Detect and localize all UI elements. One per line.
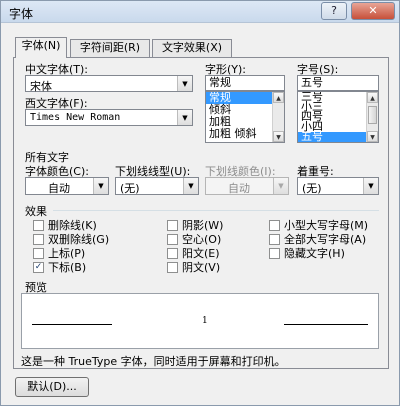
checkbox-box[interactable] <box>33 233 44 245</box>
scroll-up-icon[interactable]: ▲ <box>367 92 378 103</box>
checkbox-box[interactable] <box>269 233 280 245</box>
font-size-input[interactable]: 五号 <box>297 75 379 91</box>
dialog-title: 字体 <box>9 7 34 21</box>
chinese-font-value: 宋体 <box>30 80 52 93</box>
scroll-down-icon[interactable]: ▼ <box>367 131 378 142</box>
help-button[interactable]: ? <box>321 2 347 20</box>
engrave-checkbox[interactable]: 阴文(V) <box>167 259 220 275</box>
western-font-select[interactable]: Times New Roman ▼ <box>25 109 193 126</box>
tab-font[interactable]: 字体(N) <box>15 37 67 58</box>
underline-style-select[interactable]: (无) ▼ <box>115 177 199 195</box>
title-bar: 字体 ? ✕ <box>1 1 399 23</box>
font-style-input[interactable]: 常规 <box>205 75 285 91</box>
chevron-down-icon[interactable]: ▼ <box>183 178 198 194</box>
font-size-list[interactable]: 三号 小三 四号 小四 五号 ▲ ▼ <box>297 91 379 143</box>
section-divider <box>53 210 379 211</box>
default-button[interactable]: 默认(D)... <box>15 377 89 397</box>
hidden-text-checkbox[interactable]: 隐藏文字(H) <box>269 245 345 261</box>
tab-character-spacing[interactable]: 字符间距(R) <box>70 39 150 57</box>
checkbox-label: 阴文(V) <box>182 261 221 274</box>
checkbox-box[interactable] <box>269 219 280 231</box>
checkbox-box[interactable] <box>167 247 178 259</box>
scroll-up-icon[interactable]: ▲ <box>273 92 284 103</box>
close-button[interactable]: ✕ <box>351 2 395 20</box>
checkbox-label: 下标(B) <box>48 261 87 274</box>
checkbox-box[interactable] <box>33 219 44 231</box>
scroll-thumb[interactable] <box>368 106 377 124</box>
font-dialog: 字体 ? ✕ 字体(N) 字符间距(R) 文字效果(X) 中文字体(T): 宋体… <box>0 0 400 406</box>
chevron-down-icon[interactable]: ▼ <box>363 178 378 194</box>
font-style-list[interactable]: 常规 倾斜 加粗 加粗 倾斜 ▲ ▼ <box>205 91 285 143</box>
scrollbar[interactable]: ▲ ▼ <box>366 92 378 142</box>
font-color-select[interactable]: 自动 ▼ <box>25 177 109 195</box>
preview-box: 1 <box>21 293 379 349</box>
checkbox-label: 隐藏文字(H) <box>284 247 345 260</box>
checkbox-box[interactable] <box>167 219 178 231</box>
scrollbar[interactable]: ▲ ▼ <box>272 92 284 142</box>
checkbox-box[interactable] <box>167 261 178 273</box>
chevron-down-icon[interactable]: ▼ <box>177 76 192 91</box>
checkmark-icon[interactable]: ✓ <box>33 261 44 273</box>
chevron-down-icon: ▼ <box>273 178 288 194</box>
preview-note: 这是一种 TrueType 字体，同时适用于屏幕和打印机。 <box>21 355 286 368</box>
underline-style-value: (无) <box>120 182 140 195</box>
emphasis-mark-value: (无) <box>302 182 322 195</box>
chevron-down-icon[interactable]: ▼ <box>93 178 108 194</box>
preview-sample: 1 <box>202 316 208 326</box>
scroll-down-icon[interactable]: ▼ <box>273 131 284 142</box>
baseline-left <box>32 324 112 325</box>
western-font-value: Times New Roman <box>30 112 121 123</box>
emphasis-mark-select[interactable]: (无) ▼ <box>297 177 379 195</box>
chinese-font-select[interactable]: 宋体 ▼ <box>25 75 193 93</box>
underline-color-select: 自动 ▼ <box>205 177 289 195</box>
chevron-down-icon[interactable]: ▼ <box>177 110 192 125</box>
underline-color-value: 自动 <box>228 182 250 195</box>
checkbox-box[interactable] <box>167 233 178 245</box>
tab-text-effects[interactable]: 文字效果(X) <box>152 39 232 57</box>
subscript-checkbox[interactable]: ✓ 下标(B) <box>33 259 86 275</box>
checkbox-box[interactable] <box>33 247 44 259</box>
checkbox-box[interactable] <box>269 247 280 259</box>
baseline-right <box>284 324 368 325</box>
font-color-value: 自动 <box>48 182 70 195</box>
